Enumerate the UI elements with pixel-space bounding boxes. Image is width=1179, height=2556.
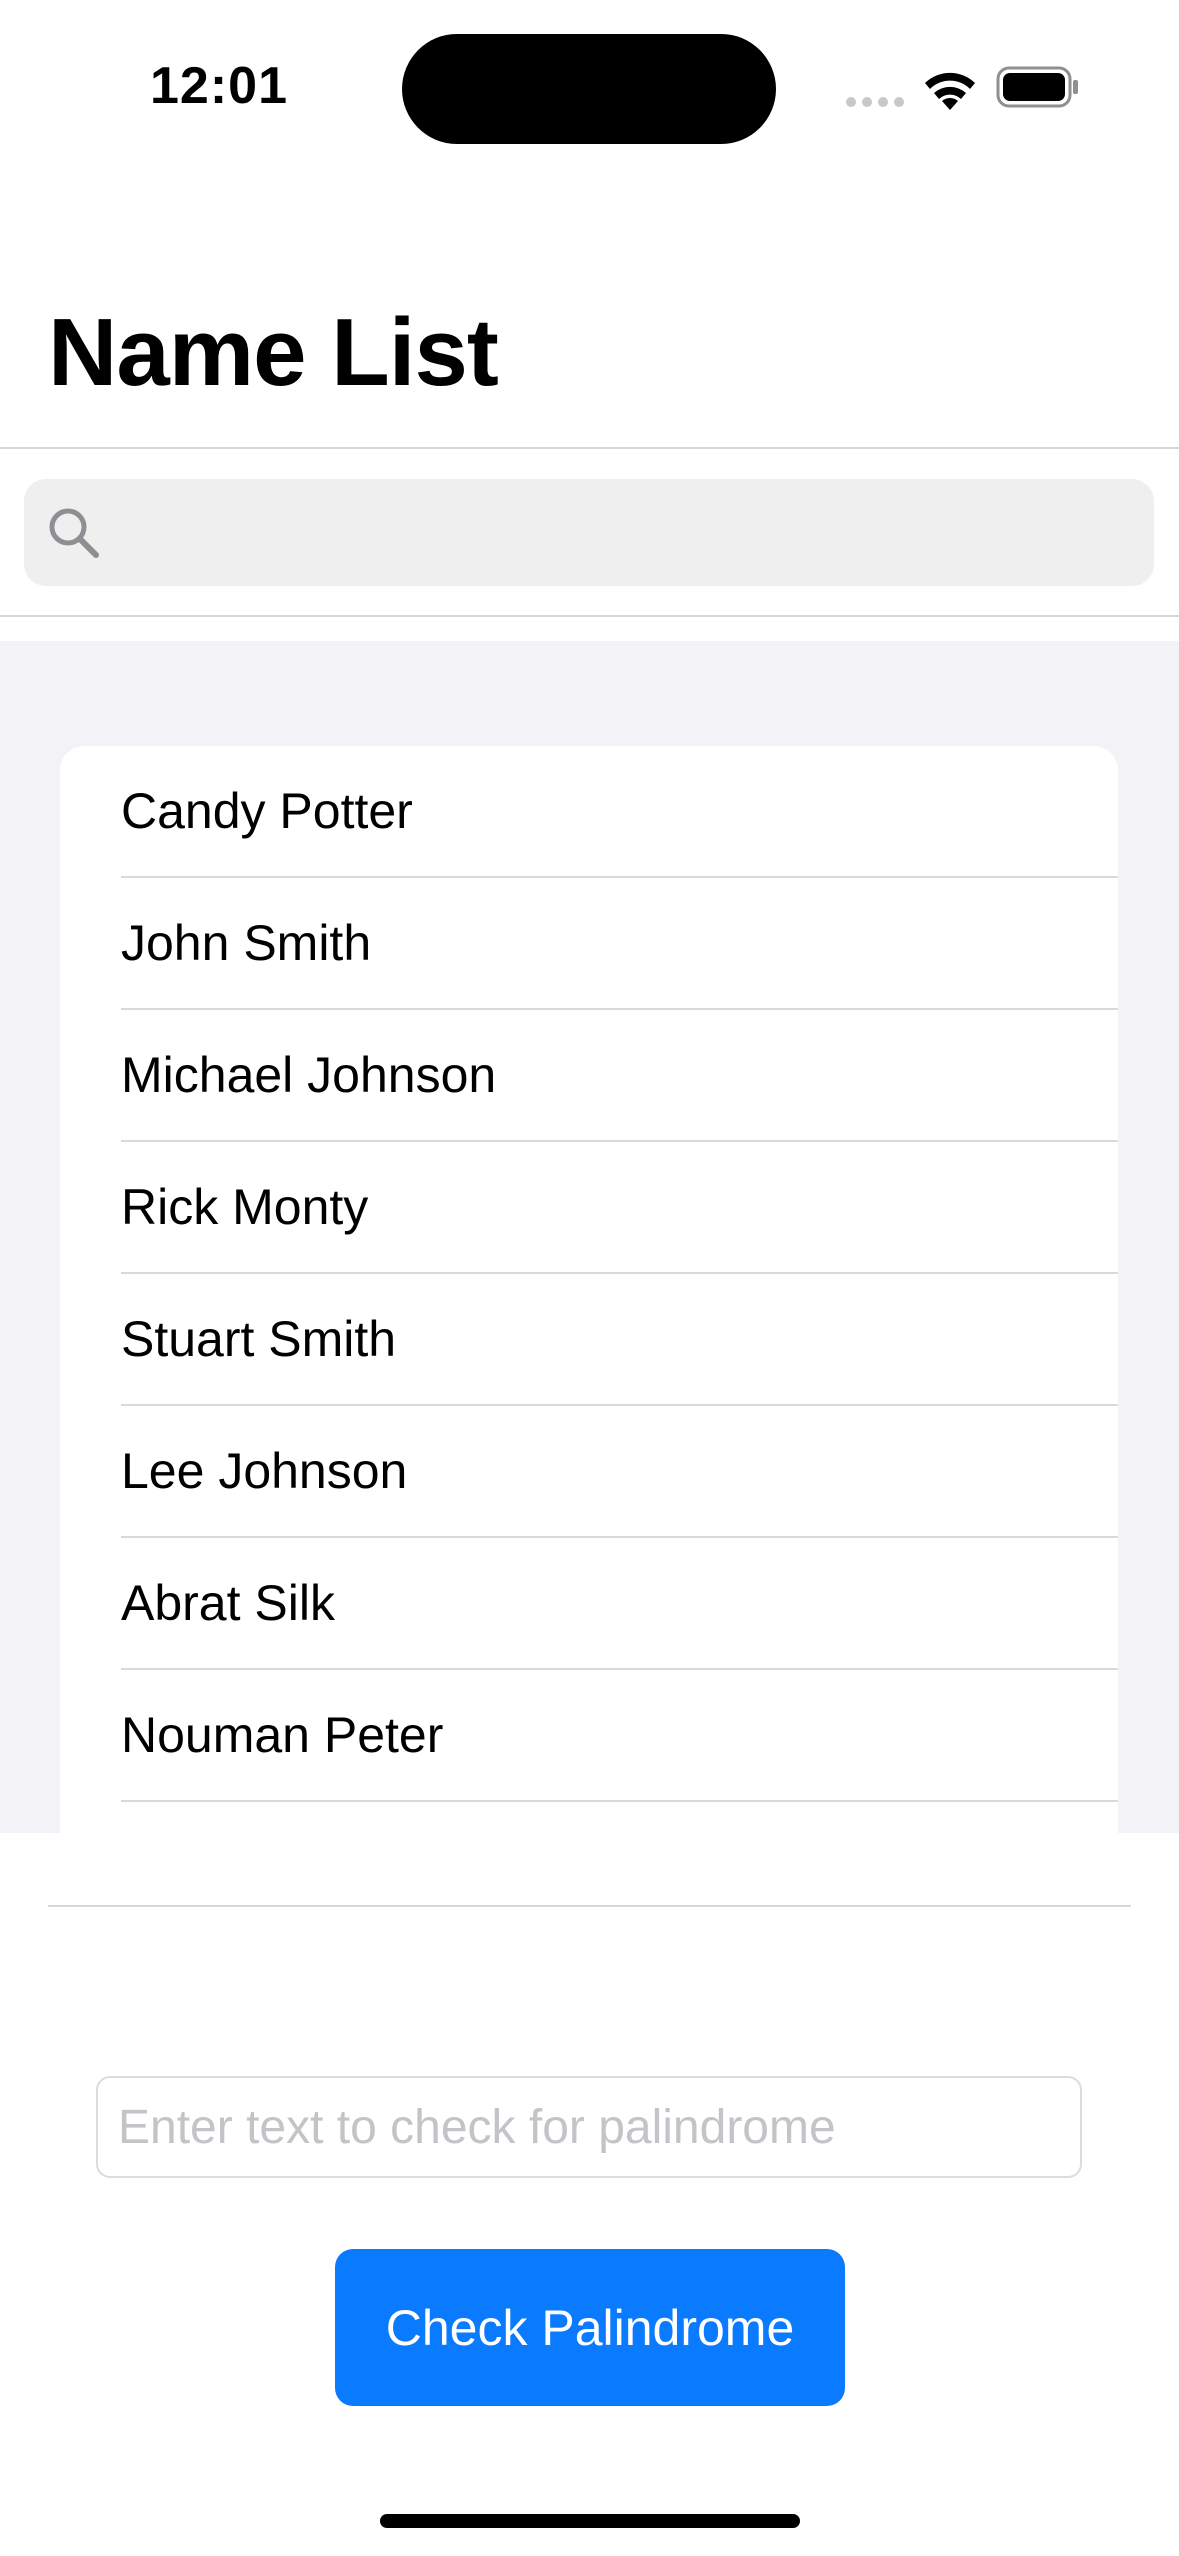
list-item-label: Stuart Smith <box>121 1311 397 1367</box>
list-item[interactable]: Lee Johnson <box>60 1406 1118 1538</box>
check-palindrome-button[interactable]: Check Palindrome <box>335 2249 845 2406</box>
search-bar[interactable] <box>24 479 1154 586</box>
list-item-label: Michael Johnson <box>121 1047 497 1103</box>
list-item[interactable]: Rick Monty <box>60 1142 1118 1274</box>
search-icon <box>49 508 99 558</box>
search-divider <box>0 615 1179 617</box>
cellular-signal-icon <box>846 97 904 107</box>
list-item[interactable]: Michael Johnson <box>60 1010 1118 1142</box>
list-item-label: Abrat Silk <box>121 1575 335 1631</box>
list-item[interactable]: Candy Potter <box>60 746 1118 878</box>
list-item-label: Candy Potter <box>121 783 413 839</box>
list-item-label: John Smith <box>121 915 372 971</box>
dynamic-island <box>402 34 776 144</box>
section-divider <box>48 1905 1131 1907</box>
list-item-label: Nouman Peter <box>121 1707 444 1763</box>
status-time: 12:01 <box>150 57 288 115</box>
home-indicator[interactable] <box>380 2514 800 2528</box>
name-list-area[interactable]: Candy Potter John Smith Michael Johnson … <box>0 641 1179 1833</box>
name-list: Candy Potter John Smith Michael Johnson … <box>60 746 1118 1833</box>
list-item[interactable]: Abrat Silk <box>60 1538 1118 1670</box>
list-item-label: Rick Monty <box>121 1179 369 1235</box>
battery-icon <box>996 66 1078 108</box>
list-item[interactable]: Stuart Smith <box>60 1274 1118 1406</box>
row-divider <box>121 1800 1118 1802</box>
list-item-label: Lee Johnson <box>121 1443 408 1499</box>
wifi-icon <box>925 72 975 110</box>
page-title: Name List <box>48 299 499 406</box>
search-input[interactable] <box>114 479 1134 586</box>
palindrome-text-field[interactable] <box>96 2076 1082 2178</box>
list-item[interactable]: John Smith <box>60 878 1118 1010</box>
header-divider <box>0 447 1179 449</box>
list-item[interactable]: Nouman Peter <box>60 1670 1118 1802</box>
